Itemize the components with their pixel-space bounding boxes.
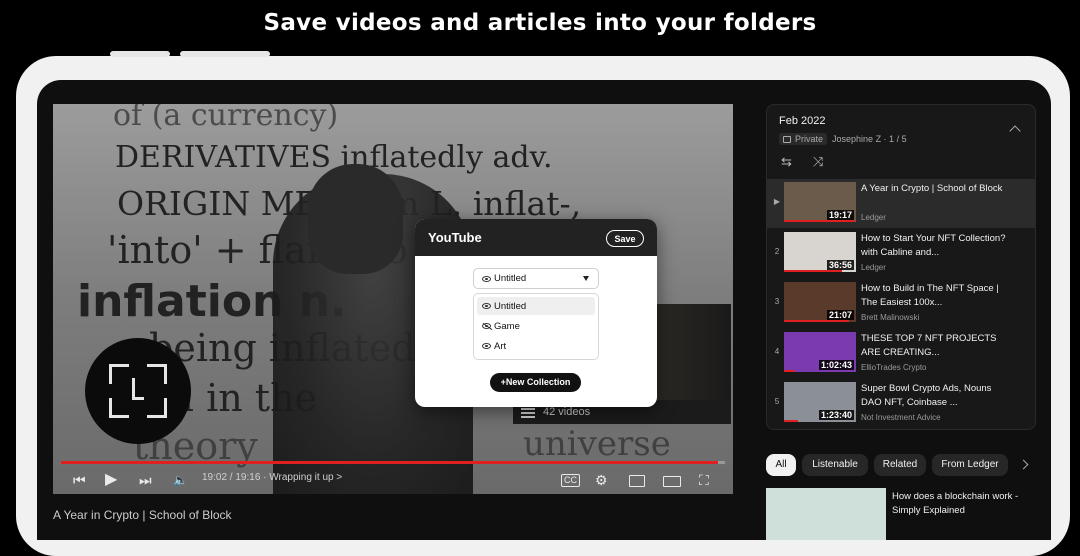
row-thumbnail: 21:07 — [784, 282, 856, 322]
row-title: Super Bowl Crypto Ads, Nouns DAO NFT, Co… — [861, 383, 992, 408]
row-channel: Not Investment Advice — [861, 413, 941, 422]
youtube-screen: of (a currency) DERIVATIVES inflatedly a… — [37, 80, 1051, 540]
row-index: 4 — [774, 347, 780, 356]
loop-icon[interactable]: ⇆ — [781, 154, 792, 170]
video-title: A Year in Crypto | School of Block — [53, 508, 232, 522]
row-title: How to Build in The NFT Space | The Easi… — [861, 283, 999, 308]
row-duration: 1:23:40 — [818, 410, 854, 420]
row-duration: 19:17 — [826, 210, 854, 220]
eye-icon — [482, 303, 491, 309]
collection-select[interactable]: Untitled — [473, 268, 599, 289]
row-index: 2 — [774, 247, 780, 256]
eye-icon — [482, 343, 491, 349]
collection-option[interactable]: Art — [477, 337, 595, 355]
playlist-panel: Feb 2022 Private Josephine Z · 1 / 5 ⇆ ⤨… — [766, 104, 1036, 430]
settings-icon[interactable]: ⚙ — [595, 470, 608, 490]
dictionary-line: universe — [523, 424, 671, 464]
cc-icon[interactable]: CC — [561, 474, 580, 487]
row-channel: Ledger — [861, 213, 886, 222]
time-display: 19:02 / 19:16 · Wrapping it up > — [202, 472, 343, 483]
next-icon[interactable]: ⏭ — [139, 470, 152, 490]
row-watch-progress — [784, 320, 849, 322]
new-collection-button[interactable]: +New Collection — [490, 373, 581, 392]
recommendation-thumbnail — [766, 488, 886, 540]
row-title: How to Start Your NFT Collection? with C… — [861, 233, 1006, 258]
player-controls: ⏮ ▶ ⏭ 🔈 19:02 / 19:16 · Wrapping it up >… — [53, 466, 733, 494]
tablet-button — [110, 51, 170, 57]
row-title: A Year in Crypto | School of Block — [861, 183, 1003, 194]
chapter-chevron-icon[interactable]: > — [336, 472, 342, 483]
collection-options: Untitled Game Art — [473, 293, 599, 360]
privacy-badge: Private — [779, 133, 828, 145]
chip-from-ledger[interactable]: From Ledger — [932, 454, 1008, 476]
dictionary-line: of (a currency) — [113, 104, 339, 133]
row-duration: 36:56 — [826, 260, 854, 270]
prev-icon[interactable]: ⏮ — [73, 470, 86, 490]
row-watch-progress — [784, 270, 842, 272]
playlist-owner: Josephine Z · 1 / 5 — [832, 134, 907, 144]
row-duration: 21:07 — [826, 310, 854, 320]
playlist-row[interactable]: 4 1:02:43 THESE TOP 7 NFT PROJECTS ARE CRE… — [767, 329, 1035, 378]
progress-bar[interactable] — [61, 461, 725, 464]
lens-icon[interactable] — [85, 338, 191, 444]
play-icon[interactable]: ▶ — [105, 470, 117, 490]
row-watch-progress — [784, 370, 795, 372]
playlist-title[interactable]: Feb 2022 — [779, 115, 825, 127]
row-thumbnail: 1:23:40 — [784, 382, 856, 422]
row-duration: 1:02:43 — [818, 360, 854, 370]
popup-title: YouTube — [428, 230, 482, 245]
collection-select-value: Untitled — [494, 273, 527, 284]
chip-related[interactable]: Related — [874, 454, 926, 476]
row-watch-progress — [784, 420, 799, 422]
chevron-down-icon — [583, 276, 589, 281]
fullscreen-icon[interactable]: ⛶ — [699, 470, 709, 490]
collection-option-label: Untitled — [494, 301, 527, 312]
playlist-row[interactable]: ▶ 19:17 A Year in Crypto | School of Block… — [767, 179, 1035, 228]
video-person-head — [308, 164, 403, 274]
row-watch-progress — [784, 220, 856, 222]
row-index: 3 — [774, 297, 780, 306]
save-to-collection-popup: YouTube Save Untitled Untitled Game Art … — [415, 219, 657, 407]
tablet-button — [180, 51, 270, 57]
chevron-up-icon[interactable] — [1009, 125, 1021, 137]
row-thumbnail: 19:17 — [784, 182, 856, 222]
chip-listenable[interactable]: Listenable — [802, 454, 868, 476]
chip-all[interactable]: All — [766, 454, 796, 476]
row-index: ▶ — [773, 197, 781, 206]
collection-option[interactable]: Game — [477, 317, 595, 335]
eye-slash-icon — [482, 323, 491, 329]
row-channel: EllioTrades Crypto — [861, 363, 927, 372]
recommendation-title: How does a blockchain work - Simply Expl… — [892, 491, 1019, 516]
chevron-right-icon[interactable] — [1018, 459, 1029, 470]
recommendation-item[interactable]: How does a blockchain work - Simply Expl… — [766, 488, 1036, 540]
collection-option-label: Game — [494, 321, 520, 332]
lock-icon — [783, 136, 791, 143]
playlist-row[interactable]: 3 21:07 How to Build in The NFT Space | Th… — [767, 279, 1035, 328]
playlist-row[interactable]: 5 1:23:40 Super Bowl Crypto Ads, Nouns DAO… — [767, 379, 1035, 428]
headline: Save videos and articles into your folde… — [263, 10, 817, 36]
popup-header: YouTube Save — [415, 219, 657, 256]
row-index: 5 — [774, 397, 780, 406]
progress-fill — [61, 461, 719, 464]
theater-icon[interactable] — [663, 476, 681, 487]
miniplayer-icon[interactable] — [629, 475, 645, 487]
eye-icon — [482, 276, 491, 282]
collection-option[interactable]: Untitled — [477, 297, 595, 315]
row-thumbnail: 1:02:43 — [784, 332, 856, 372]
playlist-meta: Private Josephine Z · 1 / 5 — [779, 133, 907, 145]
shuffle-icon[interactable]: ⤨ — [813, 154, 823, 170]
playlist-icon — [521, 408, 535, 418]
save-button[interactable]: Save — [606, 230, 644, 247]
playlist-row[interactable]: 2 36:56 How to Start Your NFT Collection? … — [767, 229, 1035, 278]
row-channel: Brett Malinowski — [861, 313, 920, 322]
row-title: THESE TOP 7 NFT PROJECTS ARE CREATING... — [861, 333, 997, 358]
playlist-card-count: 42 videos — [543, 406, 591, 418]
row-thumbnail: 36:56 — [784, 232, 856, 272]
volume-icon[interactable]: 🔈 — [173, 470, 188, 490]
row-channel: Ledger — [861, 263, 886, 272]
collection-option-label: Art — [494, 341, 507, 352]
